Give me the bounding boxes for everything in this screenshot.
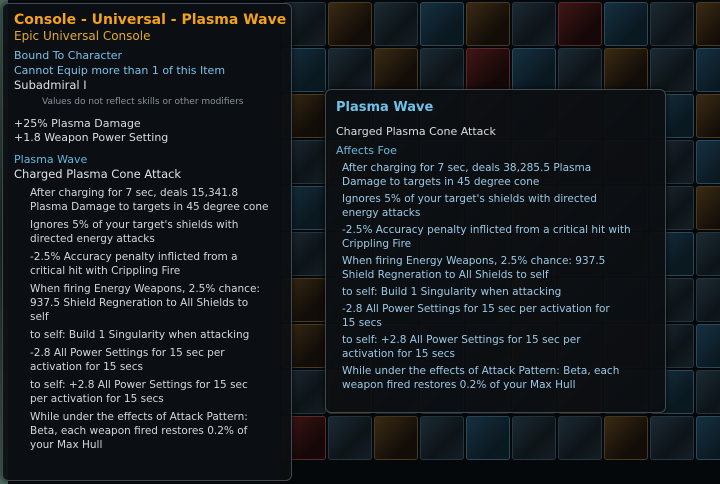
inventory-slot[interactable] [558,48,602,92]
inventory-slot[interactable] [696,278,720,322]
inventory-slot[interactable] [466,48,510,92]
bonus-stat: +1.8 Weapon Power Setting [14,131,169,144]
effect-line: While under the effects of Attack Patter… [342,365,620,391]
inventory-slot[interactable] [512,416,556,460]
inventory-slot[interactable] [328,48,372,92]
effect-line: to self: Build 1 Singularity when attack… [30,328,250,341]
inventory-slot[interactable] [696,232,720,276]
inventory-slot[interactable] [604,2,648,46]
rank-requirement: Subadmiral I [14,78,87,92]
inventory-slot[interactable] [696,2,720,46]
inventory-slot[interactable] [558,2,602,46]
inventory-slot[interactable] [696,370,720,414]
inventory-slot[interactable] [512,2,556,46]
inventory-slot[interactable] [512,48,556,92]
inventory-slot[interactable] [604,48,648,92]
inventory-slot[interactable] [604,416,648,460]
inventory-slot[interactable] [696,48,720,92]
inventory-slot[interactable] [696,140,720,184]
inventory-slot[interactable] [328,2,372,46]
inventory-slot[interactable] [696,94,720,138]
ability-name: Plasma Wave [14,152,88,166]
ability-title: Plasma Wave [336,100,434,115]
inventory-slot[interactable] [650,2,694,46]
binding-text: Bound To Character [14,49,123,62]
effect-line: While under the effects of Attack Patter… [30,410,248,451]
ability-type: Charged Plasma Cone Attack [14,166,182,181]
effect-line: -2.8 All Power Settings for 15 sec per a… [342,303,610,329]
effect-line: After charging for 7 sec, deals 38,285.5… [342,162,592,188]
ability-tooltip: Plasma Wave Charged Plasma Cone Attack A… [325,89,666,413]
effect-line: -2.8 All Power Settings for 15 sec per a… [30,346,225,373]
inventory-slot[interactable] [420,416,464,460]
effect-line: When firing Energy Weapons, 2.5% chance:… [342,255,606,281]
effect-line: to self: +2.8 All Power Settings for 15 … [342,334,581,360]
effect-line: to self: +2.8 All Power Settings for 15 … [30,378,248,405]
effect-line: to self: Build 1 Singularity when attack… [342,286,562,298]
item-rarity: Epic Universal Console [14,29,151,43]
effect-line: -2.5% Accuracy penalty inflicted from a … [30,250,238,277]
inventory-slot[interactable] [420,2,464,46]
ability-type: Charged Plasma Cone Attack [336,125,496,138]
effect-line: Ignores 5% of your target's shields with… [342,193,597,219]
effect-line: When firing Energy Weapons, 2.5% chance:… [30,282,260,323]
affects-target: Affects Foe [336,144,397,157]
inventory-slot[interactable] [650,48,694,92]
inventory-slot[interactable] [696,416,720,460]
inventory-slot[interactable] [374,416,418,460]
inventory-slot[interactable] [466,2,510,46]
item-title: Console - Universal - Plasma Wave [14,12,287,28]
inventory-slot[interactable] [374,2,418,46]
values-note: Values do not reflect skills or other mo… [42,96,244,107]
inventory-slot[interactable] [420,48,464,92]
inventory-slot[interactable] [328,416,372,460]
inventory-slot[interactable] [374,48,418,92]
inventory-slot[interactable] [696,324,720,368]
inventory-slot[interactable] [696,186,720,230]
item-tooltip: Console - Universal - Plasma Wave Epic U… [2,3,292,481]
equip-limit-text: Cannot Equip more than 1 of this Item [14,63,226,77]
inventory-slot[interactable] [650,416,694,460]
inventory-slot[interactable] [558,416,602,460]
inventory-slot[interactable] [466,416,510,460]
bonus-stat: +25% Plasma Damage [14,116,141,130]
effect-line: Ignores 5% of your target's shields with… [30,218,239,245]
effect-line: -2.5% Accuracy penalty inflicted from a … [342,224,631,250]
effect-line: After charging for 7 sec, deals 15,341.8… [30,186,269,213]
